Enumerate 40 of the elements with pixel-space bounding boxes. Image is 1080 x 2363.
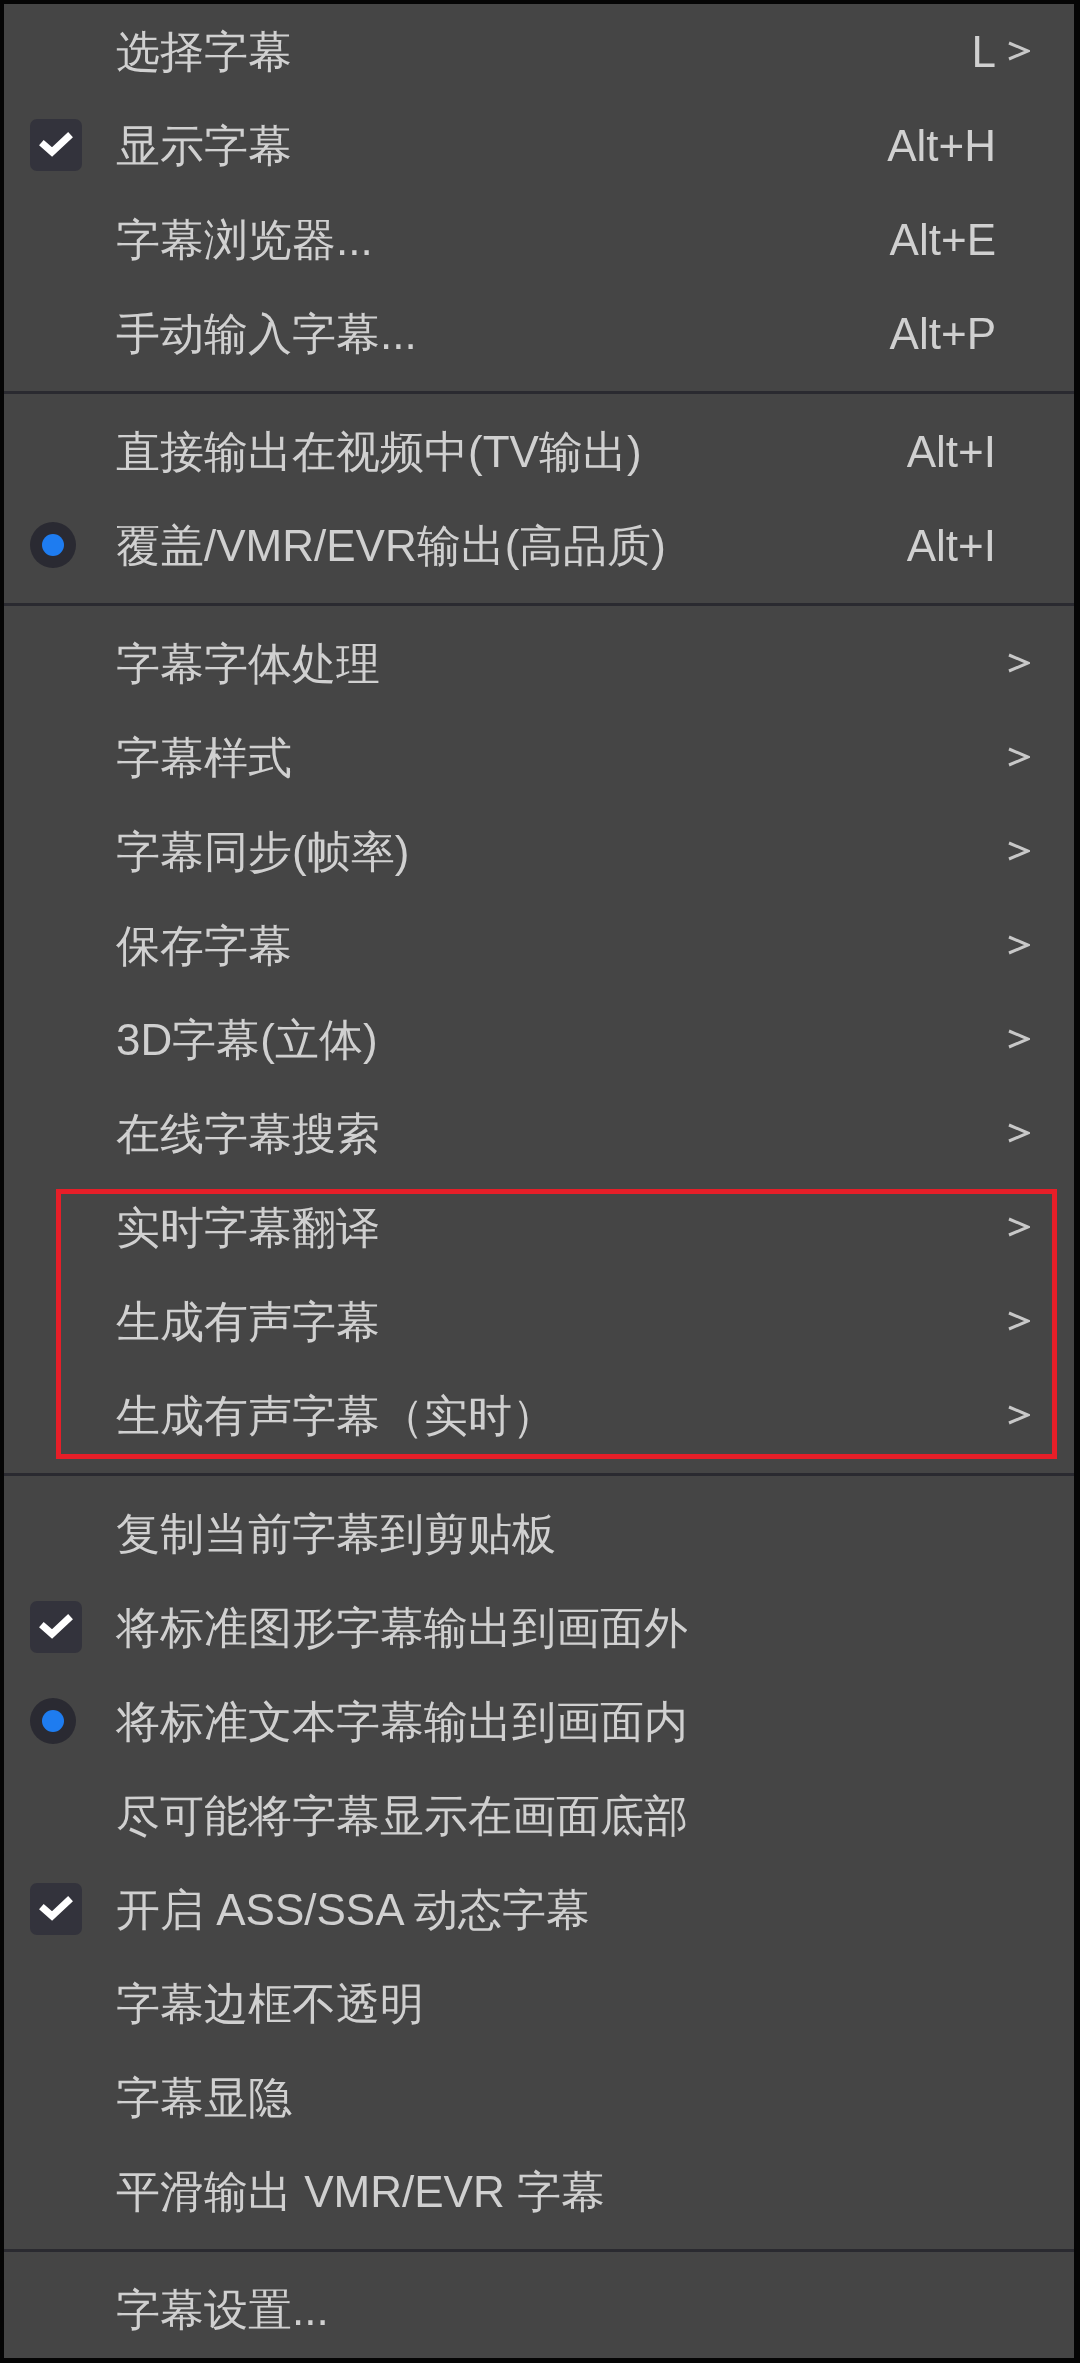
menu-item[interactable]: 选择字幕 xyxy=(116,23,292,79)
shortcut-text: L xyxy=(971,25,996,78)
shortcut-text: Alt+E xyxy=(889,213,996,266)
shortcut-text: Alt+P xyxy=(889,307,996,360)
menu-item[interactable]: 手动输入字幕... xyxy=(116,305,417,361)
menu-item[interactable]: 字幕字体处理 xyxy=(116,635,380,691)
menu-item[interactable]: 直接输出在视频中(TV输出) xyxy=(116,423,642,479)
menu-item[interactable]: 生成有声字幕 xyxy=(116,1293,380,1349)
menu-item[interactable]: 在线字幕搜索 xyxy=(116,1105,380,1161)
menu-item[interactable]: 实时字幕翻译 xyxy=(116,1199,380,1255)
menu-item[interactable]: 字幕设置... xyxy=(116,2281,329,2337)
menu-item[interactable]: 保存字幕 xyxy=(116,917,292,973)
menu-item[interactable]: 生成有声字幕（实时） xyxy=(116,1387,556,1443)
menu-item[interactable]: 平滑输出 VMR/EVR 字幕 xyxy=(116,2163,605,2219)
menu-item[interactable]: 将标准图形字幕输出到画面外 xyxy=(116,1599,688,1655)
menu-item[interactable]: 显示字幕 xyxy=(116,117,292,173)
menu-item[interactable]: 尽可能将字幕显示在画面底部 xyxy=(116,1787,688,1843)
menu-item[interactable]: 复制当前字幕到剪贴板 xyxy=(116,1505,556,1561)
shortcut-text: Alt+I xyxy=(906,425,996,478)
menu-item[interactable]: 字幕同步(帧率) xyxy=(116,823,410,879)
menu-item[interactable]: 将标准文本字幕输出到画面内 xyxy=(116,1693,688,1749)
menu-item[interactable]: 字幕浏览器... xyxy=(116,211,373,267)
chevron-right-icon xyxy=(1007,1029,1030,1049)
chevron-right-icon xyxy=(1007,1217,1030,1237)
menu-item[interactable]: 覆盖/VMR/EVR输出(高品质) xyxy=(116,517,666,573)
menu-item[interactable]: 字幕样式 xyxy=(116,729,292,785)
chevron-right-icon xyxy=(1007,935,1030,955)
chevron-right-icon xyxy=(1007,1405,1030,1425)
shortcut-text: Alt+I xyxy=(906,519,996,572)
chevron-right-icon xyxy=(1007,747,1030,767)
menu-item[interactable]: 字幕边框不透明 xyxy=(116,1975,424,2031)
menu-item[interactable]: 3D字幕(立体) xyxy=(116,1011,378,1067)
chevron-right-icon xyxy=(1007,653,1030,673)
shortcut-text: Alt+H xyxy=(887,119,996,172)
chevron-right-icon xyxy=(1007,1311,1030,1331)
menu-item[interactable]: 开启 ASS/SSA 动态字幕 xyxy=(116,1881,591,1937)
chevron-right-icon xyxy=(1007,41,1030,61)
chevron-right-icon xyxy=(1007,841,1030,861)
chevron-right-icon xyxy=(1007,1123,1030,1143)
menu-item[interactable]: 字幕显隐 xyxy=(116,2069,292,2125)
